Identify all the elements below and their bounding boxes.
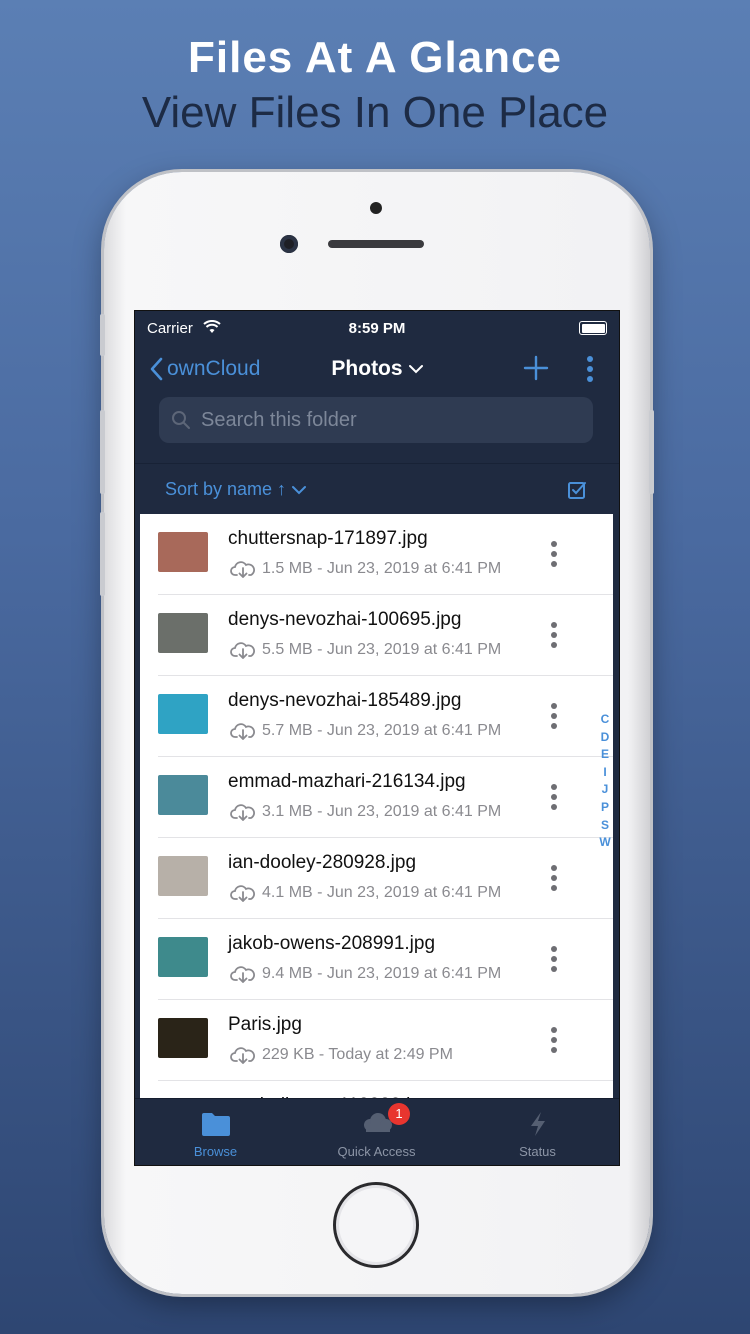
file-thumbnail [158, 1018, 208, 1058]
file-meta: 4.1 MB - Jun 23, 2019 at 6:41 PM [230, 884, 501, 902]
tab-bar: Browse 1 Quick Access Status [135, 1098, 619, 1165]
file-thumbnail [158, 694, 208, 734]
file-row[interactable]: jakob-owens-208991.jpg 9.4 MB - Jun 23, 2… [158, 919, 613, 1000]
section-index-letter[interactable]: C [597, 711, 613, 729]
file-name: ian-dooley-280928.jpg [228, 852, 417, 873]
app-screen: Carrier 8:59 PM ownCloud Photos Search t… [134, 310, 620, 1166]
file-thumbnail [158, 775, 208, 815]
tab-browse[interactable]: Browse [135, 1099, 296, 1165]
section-index-letter[interactable]: E [597, 746, 613, 764]
section-index-letter[interactable]: W [597, 834, 613, 852]
file-name: jakob-owens-208991.jpg [228, 933, 436, 954]
phone-volume-up [100, 410, 105, 494]
phone-power-button [649, 410, 654, 494]
folder-icon [201, 1113, 230, 1136]
section-index-letter[interactable]: J [597, 781, 613, 799]
more-vertical-icon[interactable] [550, 864, 558, 892]
cloud-download-icon [230, 723, 255, 740]
folder-title: Photos [331, 357, 403, 380]
more-vertical-icon[interactable] [550, 621, 558, 649]
file-row[interactable]: denys-nevozhai-185489.jpg 5.7 MB - Jun 23… [158, 676, 613, 757]
lightning-icon [530, 1112, 545, 1136]
chevron-down-icon [292, 485, 307, 494]
more-vertical-icon[interactable] [550, 702, 558, 730]
file-meta-text: 5.5 MB - Jun 23, 2019 at 6:41 PM [262, 641, 502, 658]
select-checkbox-icon[interactable] [567, 480, 587, 500]
more-vertical-icon[interactable] [550, 783, 558, 811]
more-vertical-icon[interactable] [550, 540, 558, 568]
clock: 8:59 PM [348, 320, 406, 337]
promo-headline: Files At A Glance View Files In One Plac… [0, 32, 750, 142]
file-meta: 5.5 MB - Jun 23, 2019 at 6:41 PM [230, 641, 501, 659]
file-meta-text: 229 KB - Today at 2:49 PM [262, 1046, 453, 1063]
file-meta: 229 KB - Today at 2:49 PM [230, 1046, 453, 1064]
cloud-download-icon [230, 561, 255, 578]
sort-bar: Sort by name ↑ [135, 463, 619, 514]
file-meta-text: 9.4 MB - Jun 23, 2019 at 6:41 PM [262, 965, 502, 982]
file-row[interactable]: Paris.jpg 229 KB - Today at 2:49 PM [158, 1000, 613, 1081]
cloud-download-icon [230, 1047, 255, 1064]
phone-volume-down [100, 512, 105, 596]
file-meta: 9.4 MB - Jun 23, 2019 at 6:41 PM [230, 965, 501, 983]
search-input[interactable]: Search this folder [159, 397, 593, 443]
file-name: Paris.jpg [228, 1014, 302, 1035]
file-thumbnail [158, 532, 208, 572]
section-index-letter[interactable]: S [597, 817, 613, 835]
phone-speaker [328, 240, 424, 248]
phone-side-button [100, 314, 105, 356]
file-row[interactable]: denys-nevozhai-100695.jpg 5.5 MB - Jun 23… [158, 595, 613, 676]
cloud-download-icon [230, 642, 255, 659]
cloud-download-icon [230, 966, 255, 983]
file-name: emmad-mazhari-216134.jpg [228, 771, 466, 792]
sort-label: Sort by name ↑ [165, 479, 287, 499]
section-index-letter[interactable]: I [597, 764, 613, 782]
file-meta-text: 3.1 MB - Jun 23, 2019 at 6:41 PM [262, 803, 502, 820]
file-meta: 3.1 MB - Jun 23, 2019 at 6:41 PM [230, 803, 501, 821]
tab-quick-access-label: Quick Access [337, 1144, 416, 1159]
status-bar: Carrier 8:59 PM [135, 311, 619, 345]
battery-icon [579, 321, 607, 335]
section-index-letter[interactable]: P [597, 799, 613, 817]
file-row[interactable]: paul-gilmore-119080.jpg [158, 1081, 613, 1098]
more-vertical-icon[interactable] [583, 355, 597, 383]
file-list: chuttersnap-171897.jpg 1.5 MB - Jun 23, 2… [140, 514, 613, 1098]
file-meta-text: 4.1 MB - Jun 23, 2019 at 6:41 PM [262, 884, 502, 901]
file-meta-text: 1.5 MB - Jun 23, 2019 at 6:41 PM [262, 560, 502, 577]
more-vertical-icon[interactable] [550, 945, 558, 973]
tab-browse-label: Browse [193, 1144, 238, 1159]
home-button[interactable] [333, 1182, 419, 1268]
navigation-bar: ownCloud Photos [135, 345, 619, 395]
tab-quick-access[interactable]: 1 Quick Access [296, 1099, 457, 1165]
notification-badge: 1 [388, 1103, 410, 1125]
chevron-down-icon [408, 365, 423, 374]
file-thumbnail [158, 613, 208, 653]
search-icon [172, 411, 190, 429]
search-placeholder: Search this folder [201, 408, 357, 431]
cloud-download-icon [230, 885, 255, 902]
tab-status[interactable]: Status [457, 1099, 618, 1165]
file-name: denys-nevozhai-100695.jpg [228, 609, 462, 630]
file-row[interactable]: chuttersnap-171897.jpg 1.5 MB - Jun 23, 2… [158, 514, 613, 595]
file-meta: 5.7 MB - Jun 23, 2019 at 6:41 PM [230, 722, 501, 740]
file-thumbnail [158, 937, 208, 977]
cloud-download-icon [230, 804, 255, 821]
file-row[interactable]: emmad-mazhari-216134.jpg 3.1 MB - Jun 23,… [158, 757, 613, 838]
file-name: chuttersnap-171897.jpg [228, 528, 428, 549]
tab-status-label: Status [519, 1144, 556, 1159]
section-index[interactable]: CDEIJPSW [597, 711, 613, 852]
promo-subtitle: View Files In One Place [141, 88, 609, 137]
file-row[interactable]: ian-dooley-280928.jpg 4.1 MB - Jun 23, 20… [158, 838, 613, 919]
section-index-letter[interactable]: D [597, 729, 613, 747]
file-name: denys-nevozhai-185489.jpg [228, 690, 462, 711]
phone-sensor [370, 202, 382, 214]
add-icon[interactable] [523, 355, 549, 381]
file-meta-text: 5.7 MB - Jun 23, 2019 at 6:41 PM [262, 722, 502, 739]
sort-button[interactable]: Sort by name ↑ [165, 479, 307, 500]
file-meta: 1.5 MB - Jun 23, 2019 at 6:41 PM [230, 560, 501, 578]
promo-title: Files At A Glance [188, 33, 562, 82]
more-vertical-icon[interactable] [550, 1026, 558, 1054]
file-thumbnail [158, 856, 208, 896]
phone-camera [280, 235, 298, 253]
